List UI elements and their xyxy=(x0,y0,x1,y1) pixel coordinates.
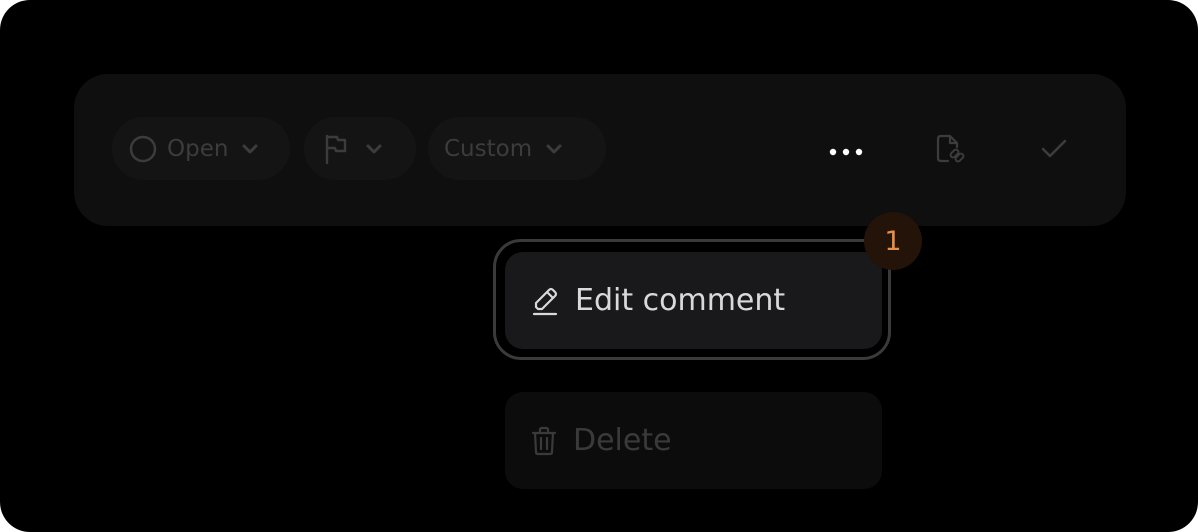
chevron-down-icon xyxy=(544,139,564,159)
pencil-icon xyxy=(531,286,559,316)
step-badge: 1 xyxy=(864,212,922,270)
delete-menu-item[interactable]: Delete xyxy=(505,392,882,489)
comment-toolbar: Open Custom xyxy=(74,74,1126,226)
trash-icon xyxy=(531,426,557,456)
priority-dropdown[interactable] xyxy=(304,117,416,180)
chevron-down-icon xyxy=(364,139,384,159)
circle-icon xyxy=(129,135,157,163)
flag-icon xyxy=(324,134,348,164)
custom-dropdown[interactable]: Custom xyxy=(428,117,606,180)
status-dropdown[interactable]: Open xyxy=(112,117,290,180)
attach-file-button[interactable] xyxy=(926,127,974,175)
screen-frame: Open Custom Edit comment Delete 1 xyxy=(0,0,1198,532)
more-horizontal-icon xyxy=(829,142,863,161)
edit-comment-menu-item[interactable]: Edit comment xyxy=(505,252,882,349)
file-link-icon xyxy=(934,133,966,169)
resolve-button[interactable] xyxy=(1030,127,1078,175)
status-label: Open xyxy=(167,135,229,162)
delete-label: Delete xyxy=(573,423,672,458)
check-icon xyxy=(1041,139,1067,163)
custom-label: Custom xyxy=(444,135,533,162)
more-options-button[interactable] xyxy=(822,127,870,175)
chevron-down-icon xyxy=(240,139,260,159)
edit-comment-label: Edit comment xyxy=(575,283,786,318)
